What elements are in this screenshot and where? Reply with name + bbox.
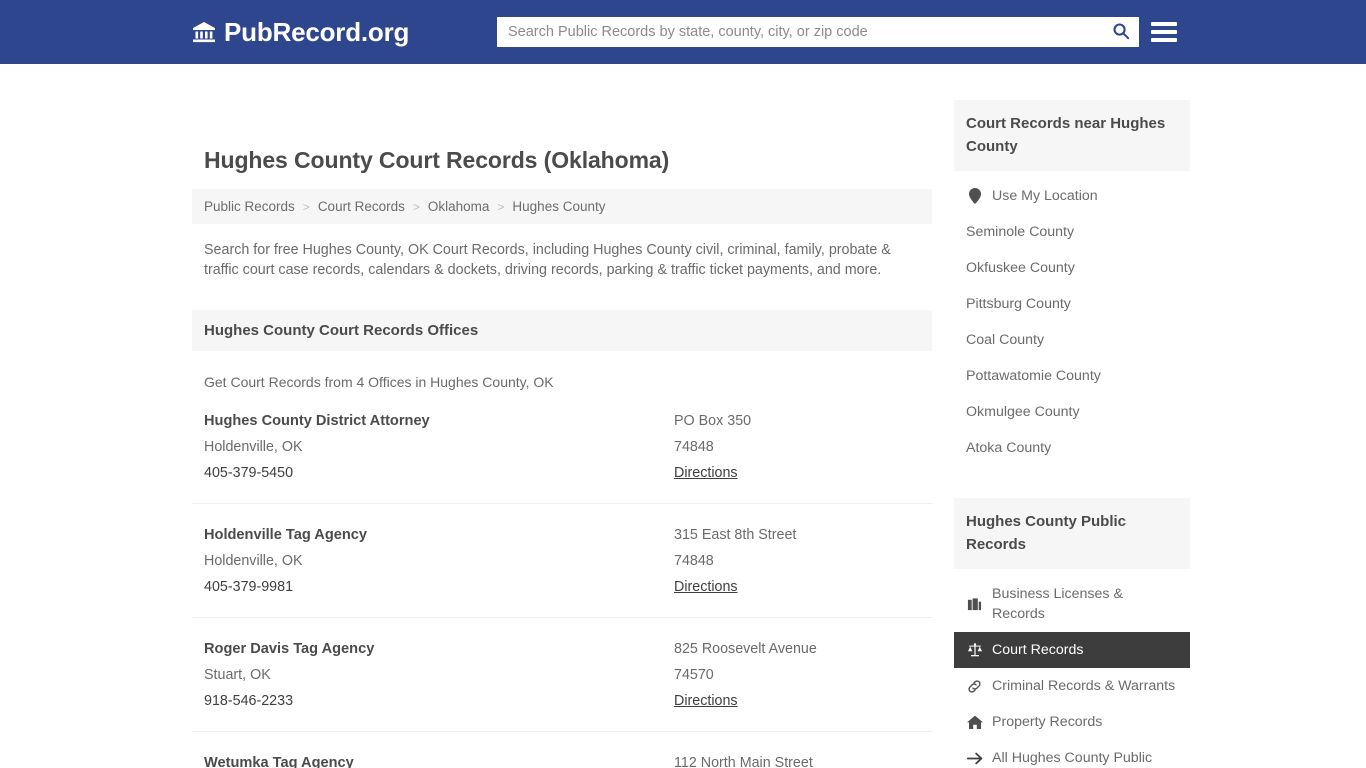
hamburger-menu-button[interactable]	[1151, 20, 1177, 44]
sidebar-public-records-panel: Hughes County Public Records Business Li…	[954, 498, 1190, 768]
office-row: Roger Davis Tag Agency Stuart, OK 918-54…	[192, 618, 932, 732]
sidebar-item-label: Seminole County	[966, 224, 1075, 240]
chevron-right-icon: >	[412, 199, 420, 214]
search-icon	[1112, 22, 1130, 43]
sidebar-item-coal-county[interactable]: Coal County	[954, 322, 1190, 358]
office-address-info: 315 East 8th Street 74848 Directions	[674, 522, 920, 600]
office-zip: 74570	[674, 667, 714, 683]
directions-link[interactable]: Directions	[674, 688, 738, 714]
breadcrumb-item-oklahoma[interactable]: Oklahoma	[428, 199, 490, 214]
office-city: Stuart, OK	[204, 667, 271, 683]
sidebar-item-court-records[interactable]: Court Records	[954, 632, 1190, 668]
search-input[interactable]	[498, 18, 1104, 46]
office-zip: 74848	[674, 553, 714, 569]
site-header: PubRecord.org	[0, 0, 1366, 64]
sidebar-item-okfuskee-county[interactable]: Okfuskee County	[954, 250, 1190, 286]
sidebar-item-okmulgee-county[interactable]: Okmulgee County	[954, 394, 1190, 430]
office-zip: 74848	[674, 439, 714, 455]
office-address: 825 Roosevelt Avenue	[674, 641, 817, 657]
offices-list: Hughes County District Attorney Holdenvi…	[192, 390, 932, 768]
main-column: Hughes County Court Records (Oklahoma) P…	[192, 64, 932, 768]
link-icon	[966, 678, 983, 695]
sidebar-public-records-heading: Hughes County Public Records	[954, 498, 1190, 569]
page-intro-text: Search for free Hughes County, OK Court …	[204, 242, 891, 278]
sidebar-item-label: Property Records	[992, 714, 1103, 730]
search-bar	[497, 17, 1139, 47]
office-row: Holdenville Tag Agency Holdenville, OK 4…	[192, 504, 932, 618]
offices-section-subheading: Get Court Records from 4 Offices in Hugh…	[204, 374, 554, 390]
sidebar-item-seminole-county[interactable]: Seminole County	[954, 214, 1190, 250]
sidebar-item-property-records[interactable]: Property Records	[954, 704, 1190, 740]
sidebar-item-label: Coal County	[966, 332, 1045, 348]
office-phone: 405-379-9981	[204, 579, 294, 595]
sidebar-item-business-licenses[interactable]: Business Licenses & Records	[954, 576, 1190, 632]
chevron-right-icon: >	[497, 199, 505, 214]
sidebar-item-label: Criminal Records & Warrants	[992, 678, 1176, 694]
offices-section-heading: Hughes County Court Records Offices	[192, 310, 932, 351]
bank-icon	[192, 20, 216, 44]
office-primary-info: Hughes County District Attorney Holdenvi…	[204, 408, 674, 486]
office-address: 315 East 8th Street	[674, 527, 797, 543]
page-body: Hughes County Court Records (Oklahoma) P…	[0, 64, 1366, 768]
office-address-info: 112 North Main Street 74883 Directions	[674, 750, 920, 768]
sidebar-item-label: Atoka County	[966, 440, 1052, 456]
briefcase-icon	[966, 596, 983, 613]
sidebar-item-label: Okmulgee County	[966, 404, 1080, 420]
hamburger-menu-icon-bar	[1151, 38, 1177, 42]
breadcrumb: Public Records > Court Records > Oklahom…	[192, 189, 932, 224]
search-button[interactable]	[1104, 18, 1138, 46]
breadcrumb-item-hughes-county[interactable]: Hughes County	[512, 199, 605, 214]
sidebar-item-label: Use My Location	[992, 188, 1098, 204]
sidebar-item-label: Court Records	[992, 642, 1084, 658]
map-pin-icon	[966, 188, 983, 205]
directions-link[interactable]: Directions	[674, 460, 738, 486]
brand-name: PubRecord.org	[224, 16, 410, 47]
office-row: Wetumka Tag Agency Wetumka, OK 405-452-5…	[192, 732, 932, 768]
sidebar-item-label: Pottawatomie County	[966, 368, 1101, 384]
sidebar-item-label: Business Licenses & Records	[992, 586, 1123, 622]
sidebar-item-pottawatomie-county[interactable]: Pottawatomie County	[954, 358, 1190, 394]
office-address: PO Box 350	[674, 413, 752, 429]
scales-icon	[966, 642, 983, 659]
chevron-right-icon: >	[302, 199, 310, 214]
sidebar-item-label: Okfuskee County	[966, 260, 1075, 276]
office-primary-info: Holdenville Tag Agency Holdenville, OK 4…	[204, 522, 674, 600]
arrow-right-icon	[966, 750, 983, 767]
directions-link[interactable]: Directions	[674, 574, 738, 600]
sidebar-item-label: Pittsburg County	[966, 296, 1071, 312]
office-name-link[interactable]: Holdenville Tag Agency	[204, 522, 674, 548]
sidebar-item-all-public-records[interactable]: All Hughes County Public Records (Oklaho…	[954, 740, 1190, 768]
office-row: Hughes County District Attorney Holdenvi…	[192, 390, 932, 504]
office-name-link[interactable]: Roger Davis Tag Agency	[204, 636, 674, 662]
breadcrumb-item-court-records[interactable]: Court Records	[318, 199, 405, 214]
sidebar: Court Records near Hughes County Use My …	[954, 64, 1190, 768]
office-city: Holdenville, OK	[204, 553, 303, 569]
sidebar-item-label: All Hughes County Public Records (Oklaho…	[992, 750, 1153, 766]
office-primary-info: Roger Davis Tag Agency Stuart, OK 918-54…	[204, 636, 674, 714]
hamburger-menu-icon-bar	[1151, 22, 1177, 26]
office-city: Holdenville, OK	[204, 439, 303, 455]
sidebar-item-use-my-location[interactable]: Use My Location	[954, 178, 1190, 214]
sidebar-item-atoka-county[interactable]: Atoka County	[954, 430, 1190, 466]
office-address-info: 825 Roosevelt Avenue 74570 Directions	[674, 636, 920, 714]
sidebar-item-criminal-records[interactable]: Criminal Records & Warrants	[954, 668, 1190, 704]
office-name-link[interactable]: Hughes County District Attorney	[204, 408, 674, 434]
hamburger-menu-icon-bar	[1151, 30, 1177, 34]
page-title: Hughes County Court Records (Oklahoma)	[204, 147, 670, 173]
office-address: 112 North Main Street	[674, 755, 813, 768]
sidebar-item-pittsburg-county[interactable]: Pittsburg County	[954, 286, 1190, 322]
office-primary-info: Wetumka Tag Agency Wetumka, OK 405-452-5…	[204, 750, 674, 768]
office-address-info: PO Box 350 74848 Directions	[674, 408, 920, 486]
breadcrumb-item-public-records[interactable]: Public Records	[204, 199, 295, 214]
office-phone: 918-546-2233	[204, 693, 294, 709]
sidebar-public-records-list: Business Licenses & Records Court Record…	[954, 576, 1190, 768]
sidebar-nearby-list: Use My Location Seminole County Okfuskee…	[954, 178, 1190, 466]
office-phone: 405-379-5450	[204, 465, 294, 481]
office-name-link[interactable]: Wetumka Tag Agency	[204, 750, 674, 768]
sidebar-nearby-heading: Court Records near Hughes County	[954, 100, 1190, 171]
home-icon	[966, 714, 983, 731]
site-logo[interactable]: PubRecord.org	[192, 17, 409, 48]
